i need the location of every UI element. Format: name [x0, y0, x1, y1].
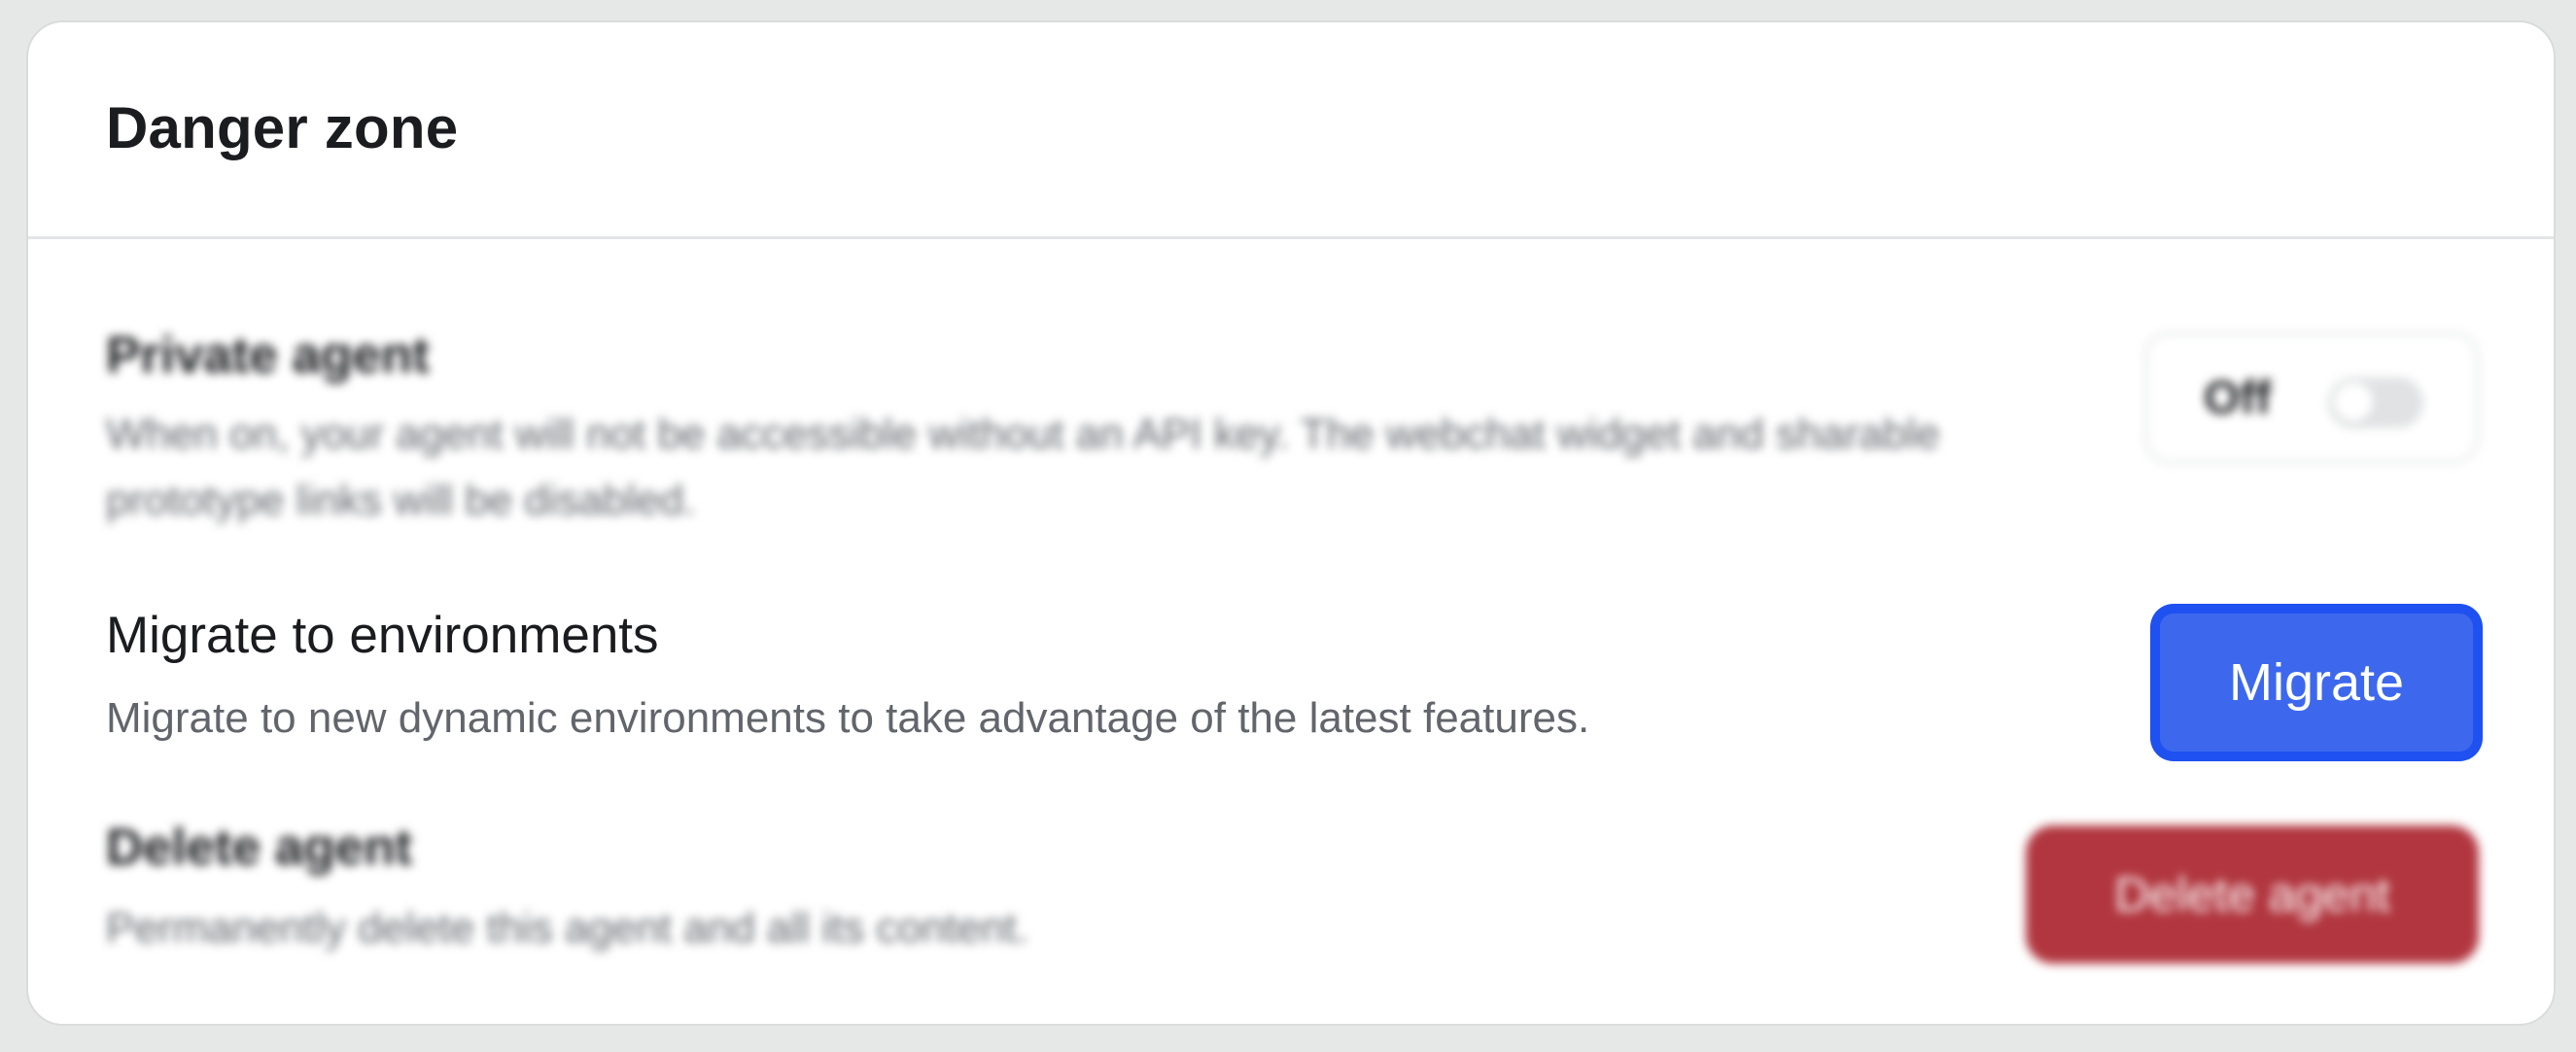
private-agent-setting: Private agent When on, your agent will n…: [106, 326, 2479, 540]
migrate-button[interactable]: Migrate: [2150, 604, 2483, 761]
toggle-knob: [2333, 382, 2374, 423]
private-agent-toggle[interactable]: Off: [2144, 332, 2479, 464]
migrate-setting: Migrate to environments Migrate to new d…: [106, 604, 2483, 761]
card-header: Danger zone: [28, 22, 2554, 239]
delete-agent-title: Delete agent: [106, 819, 413, 876]
delete-agent-setting: Delete agent Permanently delete this age…: [106, 818, 2479, 973]
delete-agent-description: Permanently delete this agent and all it…: [106, 904, 1029, 952]
private-agent-title: Private agent: [106, 327, 430, 384]
private-agent-description: When on, your agent will not be accessib…: [106, 410, 1940, 524]
migrate-button-label: Migrate: [2160, 614, 2473, 752]
danger-zone-card: Danger zone Private agent When on, your …: [26, 20, 2556, 1026]
toggle-state-label: Off: [2204, 372, 2272, 424]
delete-agent-button[interactable]: Delete agent: [2026, 825, 2479, 964]
migrate-description: Migrate to new dynamic environments to t…: [106, 694, 1590, 742]
toggle-switch[interactable]: [2328, 377, 2423, 428]
migrate-title: Migrate to environments: [106, 607, 659, 664]
card-title: Danger zone: [106, 95, 459, 160]
